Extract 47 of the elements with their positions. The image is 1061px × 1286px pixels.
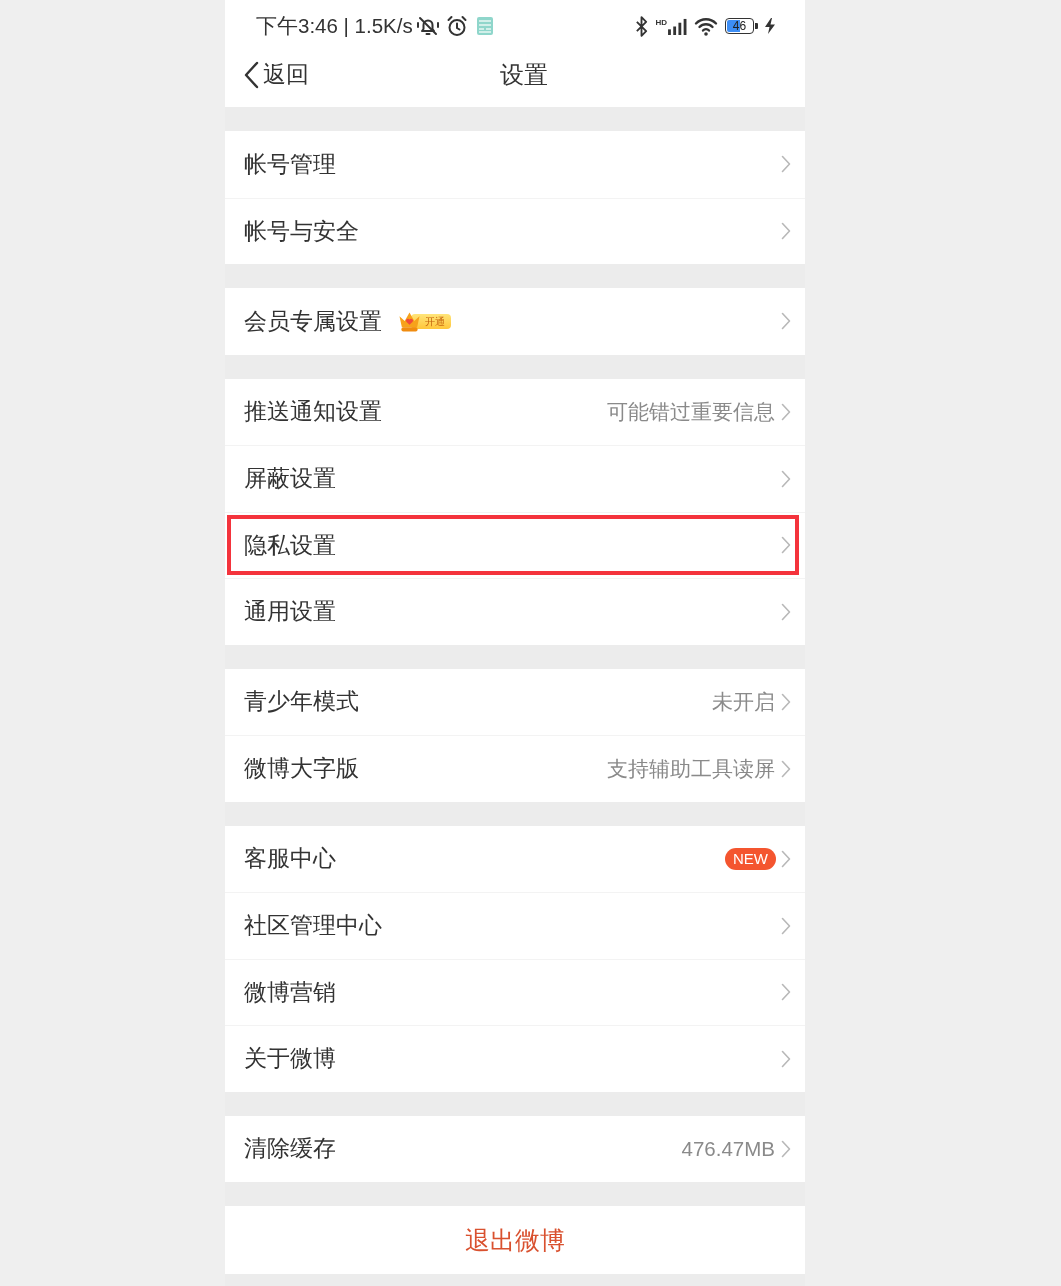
charging-bolt-icon [765,18,775,34]
app-notification-icon [476,17,493,35]
chevron-left-icon [243,60,259,89]
settings-row[interactable]: 关于微博 [225,1025,805,1092]
settings-row[interactable]: 青少年模式 未开启 [225,668,805,735]
chevron-right-icon [781,692,791,711]
chevron-right-icon [781,759,791,778]
signal-hd-label: HD [655,17,667,27]
settings-row[interactable]: 会员专属设置 开通 [225,288,805,355]
chevron-right-icon [781,402,791,421]
settings-row[interactable]: 客服中心 NEW [225,825,805,892]
row-value: 未开启 [712,688,775,715]
row-value: 476.47MB [681,1136,775,1161]
row-value: 可能错过重要信息 [607,398,775,425]
crown-icon [398,310,421,332]
settings-row[interactable]: 微博大字版 支持辅助工具读屏 [225,735,805,802]
page-title: 设置 [500,59,548,90]
chevron-right-icon [781,1049,791,1068]
settings-row[interactable]: 帐号管理 [225,131,805,198]
chevron-right-icon [781,312,791,331]
chevron-right-icon [781,916,791,935]
back-button[interactable]: 返回 [243,59,309,90]
alarm-clock-icon [445,15,468,37]
settings-row[interactable]: 推送通知设置 可能错过重要信息 [225,378,805,445]
settings-row[interactable]: 隐私设置 [225,511,805,578]
settings-row[interactable]: 帐号与安全 [225,197,805,264]
chevron-right-icon [781,849,791,868]
wifi-icon [694,16,718,36]
chevron-right-icon [781,1139,791,1158]
new-badge: NEW [725,847,776,870]
chevron-right-icon [781,536,791,555]
cell-signal-icon [668,17,687,35]
bluetooth-icon [635,15,649,37]
logout-button[interactable]: 退出微博 [225,1206,805,1274]
chevron-right-icon [781,155,791,174]
settings-row[interactable]: 屏蔽设置 [225,445,805,512]
settings-row[interactable]: 清除缓存 476.47MB [225,1115,805,1182]
settings-row[interactable]: 微博营销 [225,958,805,1025]
settings-row[interactable]: 通用设置 [225,578,805,645]
status-time-speed: 下午3:46 | 1.5K/s [256,13,413,39]
muted-bell-icon [416,15,439,37]
chevron-right-icon [781,469,791,488]
settings-row[interactable]: 社区管理中心 [225,892,805,959]
chevron-right-icon [781,602,791,621]
chevron-right-icon [781,222,791,241]
row-value: 支持辅助工具读屏 [607,755,775,782]
chevron-right-icon [781,983,791,1002]
